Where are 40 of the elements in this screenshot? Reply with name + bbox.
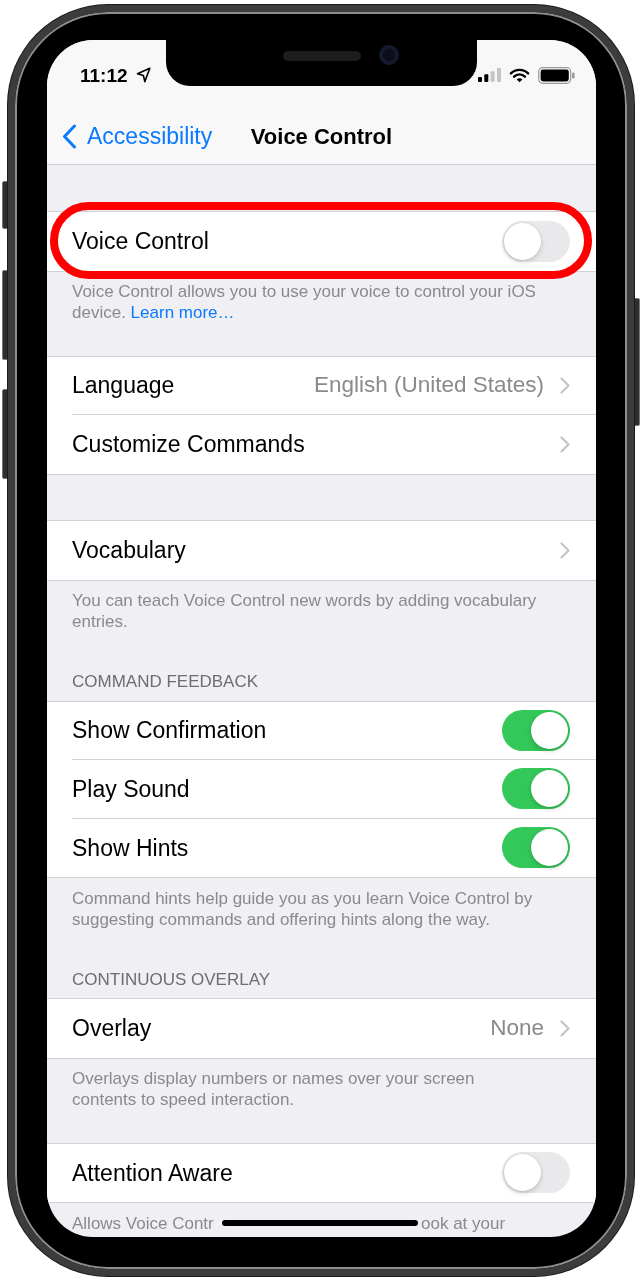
section-footer-text: Allows Voice Contr <box>72 1212 214 1234</box>
toggle-switch[interactable] <box>502 1152 570 1194</box>
section-footer-text: Command hints help guide you as you learn Voice Control by suggesting commands and offering hints along the way. <box>71 887 534 930</box>
row-label: Play Sound <box>72 774 191 804</box>
settings-row[interactable]: Vocabulary <box>47 521 596 580</box>
chevron-right-icon <box>560 541 570 559</box>
toggle-switch[interactable] <box>502 709 570 751</box>
toggle-switch[interactable] <box>502 220 570 262</box>
row-label: Overlay <box>72 1014 153 1043</box>
settings-row[interactable]: Language English (United States) <box>47 356 596 415</box>
status-time: 11:12 <box>80 65 128 85</box>
section-footer-text: You can teach Voice Control new words by adding vocabulary entries. <box>71 590 538 632</box>
battery-icon <box>538 66 575 84</box>
section-header: CONTINUOUS OVERLAY <box>71 968 272 991</box>
chevron-right-icon <box>560 376 570 394</box>
back-button[interactable]: Accessibility <box>47 123 213 149</box>
chevron-right-icon <box>560 1019 570 1037</box>
learn-more-link[interactable]: Learn more… <box>130 303 235 322</box>
section-header: COMMAND FEEDBACK <box>71 671 260 693</box>
row-label: Vocabulary <box>72 536 187 565</box>
location-arrow-icon <box>135 67 151 83</box>
row-value: None <box>490 1014 544 1043</box>
section-footer-text: ook at your <box>421 1212 506 1234</box>
row-label: Attention Aware <box>72 1158 234 1188</box>
page-title: Voice Control <box>250 122 393 151</box>
signal-icon <box>478 68 501 82</box>
toggle-switch[interactable] <box>502 827 570 869</box>
row-value: English (United States) <box>313 371 544 400</box>
chevron-right-icon <box>560 435 570 453</box>
section-footer-text: Overlays display numbers or names over your screen contents to speed interaction. <box>71 1068 476 1110</box>
row-label: Show Confirmation <box>72 716 268 745</box>
chevron-left-icon <box>62 123 77 149</box>
row-label: Customize Commands <box>72 430 306 459</box>
toggle-switch[interactable] <box>502 768 570 810</box>
row-label: Language <box>72 371 176 400</box>
row-label: Show Hints <box>72 833 190 863</box>
wifi-icon <box>509 67 530 83</box>
row-label: Voice Control <box>72 227 210 256</box>
settings-row[interactable]: Customize Commands <box>47 415 596 474</box>
settings-row[interactable]: Overlay None <box>47 999 596 1058</box>
